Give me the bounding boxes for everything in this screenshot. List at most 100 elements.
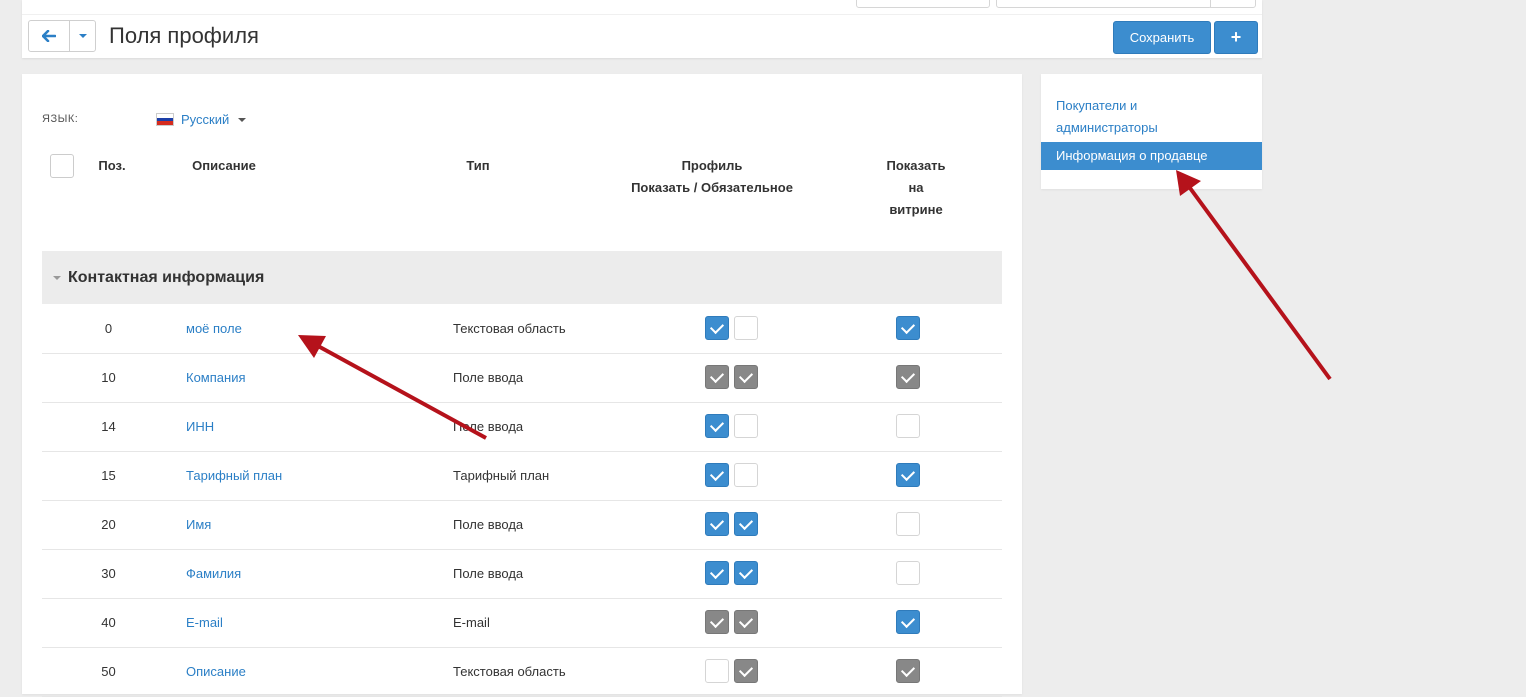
check-icon (709, 613, 725, 628)
storefront-show-checkbox[interactable] (896, 414, 920, 438)
table-row: 0 моё поле Текстовая область (42, 304, 1002, 354)
language-label: ЯЗЫК: (42, 113, 79, 125)
column-header-pos[interactable]: Поз. (82, 155, 142, 177)
header-divider (22, 14, 1262, 15)
position-cell: 15 (101, 468, 116, 483)
field-name-link[interactable]: моё поле (186, 304, 436, 353)
field-type-cell: Поле ввода (453, 370, 524, 385)
table-row: 30 Фамилия Поле ввода (42, 549, 1002, 599)
caret-down-icon (238, 117, 247, 122)
profile-show-checkbox[interactable] (705, 512, 729, 536)
profile-show-checkbox[interactable] (705, 463, 729, 487)
field-type-cell: Поле ввода (453, 566, 524, 581)
field-name-link[interactable]: Фамилия (186, 549, 436, 598)
field-name-link[interactable]: Тарифный план (186, 451, 436, 500)
check-icon (900, 466, 916, 481)
profile-show-checkbox[interactable] (705, 365, 729, 389)
check-icon (709, 515, 725, 530)
column-header-profile-title: Профиль (681, 158, 743, 173)
annotation-arrow-right (1176, 170, 1332, 381)
check-icon (900, 662, 916, 677)
page-header: Поля профиля Сохранить + (22, 0, 1262, 58)
check-icon (709, 368, 725, 383)
russia-flag-icon (156, 113, 174, 126)
profile-required-checkbox[interactable] (734, 316, 758, 340)
check-icon (709, 564, 725, 579)
column-header-storefront-line3: витрине (889, 202, 943, 217)
check-icon (709, 417, 725, 432)
top-search-button[interactable] (1210, 0, 1256, 8)
field-name-link[interactable]: Описание (186, 647, 436, 696)
storefront-show-checkbox[interactable] (896, 659, 920, 683)
storefront-show-checkbox[interactable] (896, 512, 920, 536)
profile-required-checkbox[interactable] (734, 659, 758, 683)
column-header-storefront-line1: Показать (886, 158, 946, 173)
profile-fields-panel: ЯЗЫК: Русский Поз. Описание Тип Профиль … (22, 74, 1022, 697)
profile-required-checkbox[interactable] (734, 561, 758, 585)
field-name-link[interactable]: Компания (186, 353, 436, 402)
storefront-show-checkbox[interactable] (896, 610, 920, 634)
profile-required-checkbox[interactable] (734, 365, 758, 389)
sidebar-item-seller-info[interactable]: Информация о продавце (1041, 142, 1262, 170)
profile-show-checkbox[interactable] (705, 659, 729, 683)
profile-show-checkbox[interactable] (705, 610, 729, 634)
position-cell: 30 (101, 566, 116, 581)
sidebar-item-label: администраторы (1056, 120, 1158, 135)
top-filter-input[interactable] (856, 0, 990, 8)
position-cell: 40 (101, 615, 116, 630)
select-all-checkbox[interactable] (50, 154, 74, 178)
field-name-link[interactable]: Имя (186, 500, 436, 549)
top-search-input[interactable] (996, 0, 1212, 8)
column-header-type[interactable]: Тип (448, 155, 508, 177)
check-icon (900, 368, 916, 383)
field-type-cell: Тарифный план (453, 468, 550, 483)
caret-down-icon[interactable] (53, 275, 61, 280)
table-row: 14 ИНН Поле ввода (42, 402, 1002, 452)
position-cell: 10 (101, 370, 116, 385)
back-menu-toggle[interactable] (70, 21, 95, 51)
profile-required-checkbox[interactable] (734, 610, 758, 634)
column-header-storefront: Показать на витрине (866, 155, 966, 221)
profile-required-checkbox[interactable] (734, 463, 758, 487)
table-row: 10 Компания Поле ввода (42, 353, 1002, 403)
profile-show-checkbox[interactable] (705, 316, 729, 340)
profile-show-checkbox[interactable] (705, 561, 729, 585)
sidebar-item-label: Информация о продавце (1056, 148, 1208, 163)
table-row: 50 Описание Текстовая область (42, 647, 1002, 697)
field-type-cell: Поле ввода (453, 517, 524, 532)
table-row: 15 Тарифный план Тарифный план (42, 451, 1002, 501)
caret-down-icon (78, 34, 87, 38)
column-header-profile-sub: Показать / Обязательное (631, 180, 793, 195)
group-title: Контактная информация (68, 268, 265, 286)
check-icon (738, 613, 754, 628)
storefront-show-checkbox[interactable] (896, 316, 920, 340)
field-name-link[interactable]: ИНН (186, 402, 436, 451)
storefront-show-checkbox[interactable] (896, 561, 920, 585)
sidebar-item-customers-admins[interactable]: Покупатели и администраторы (1041, 95, 1262, 139)
back-button[interactable] (29, 21, 70, 51)
profile-required-checkbox[interactable] (734, 414, 758, 438)
position-cell: 0 (104, 321, 113, 336)
column-header-description[interactable]: Описание (166, 155, 282, 177)
language-select[interactable]: Русский (156, 112, 247, 127)
field-type-cell: Текстовая область (453, 321, 566, 336)
field-name-link[interactable]: E-mail (186, 598, 436, 647)
group-header-contact-info[interactable]: Контактная информация (42, 251, 1002, 304)
sidebar-item-label: Покупатели и (1056, 98, 1138, 113)
check-icon (900, 613, 916, 628)
arrow-left-icon (42, 30, 56, 42)
storefront-show-checkbox[interactable] (896, 463, 920, 487)
profile-show-checkbox[interactable] (705, 414, 729, 438)
check-icon (709, 319, 725, 334)
check-icon (738, 564, 754, 579)
profile-required-checkbox[interactable] (734, 512, 758, 536)
add-field-button[interactable]: + (1214, 21, 1258, 54)
page-title: Поля профиля (109, 23, 259, 48)
field-type-cell: Текстовая область (453, 664, 566, 679)
position-cell: 14 (101, 419, 116, 434)
check-icon (738, 662, 754, 677)
storefront-show-checkbox[interactable] (896, 365, 920, 389)
check-icon (709, 466, 725, 481)
check-icon (738, 515, 754, 530)
save-button[interactable]: Сохранить (1113, 21, 1211, 54)
